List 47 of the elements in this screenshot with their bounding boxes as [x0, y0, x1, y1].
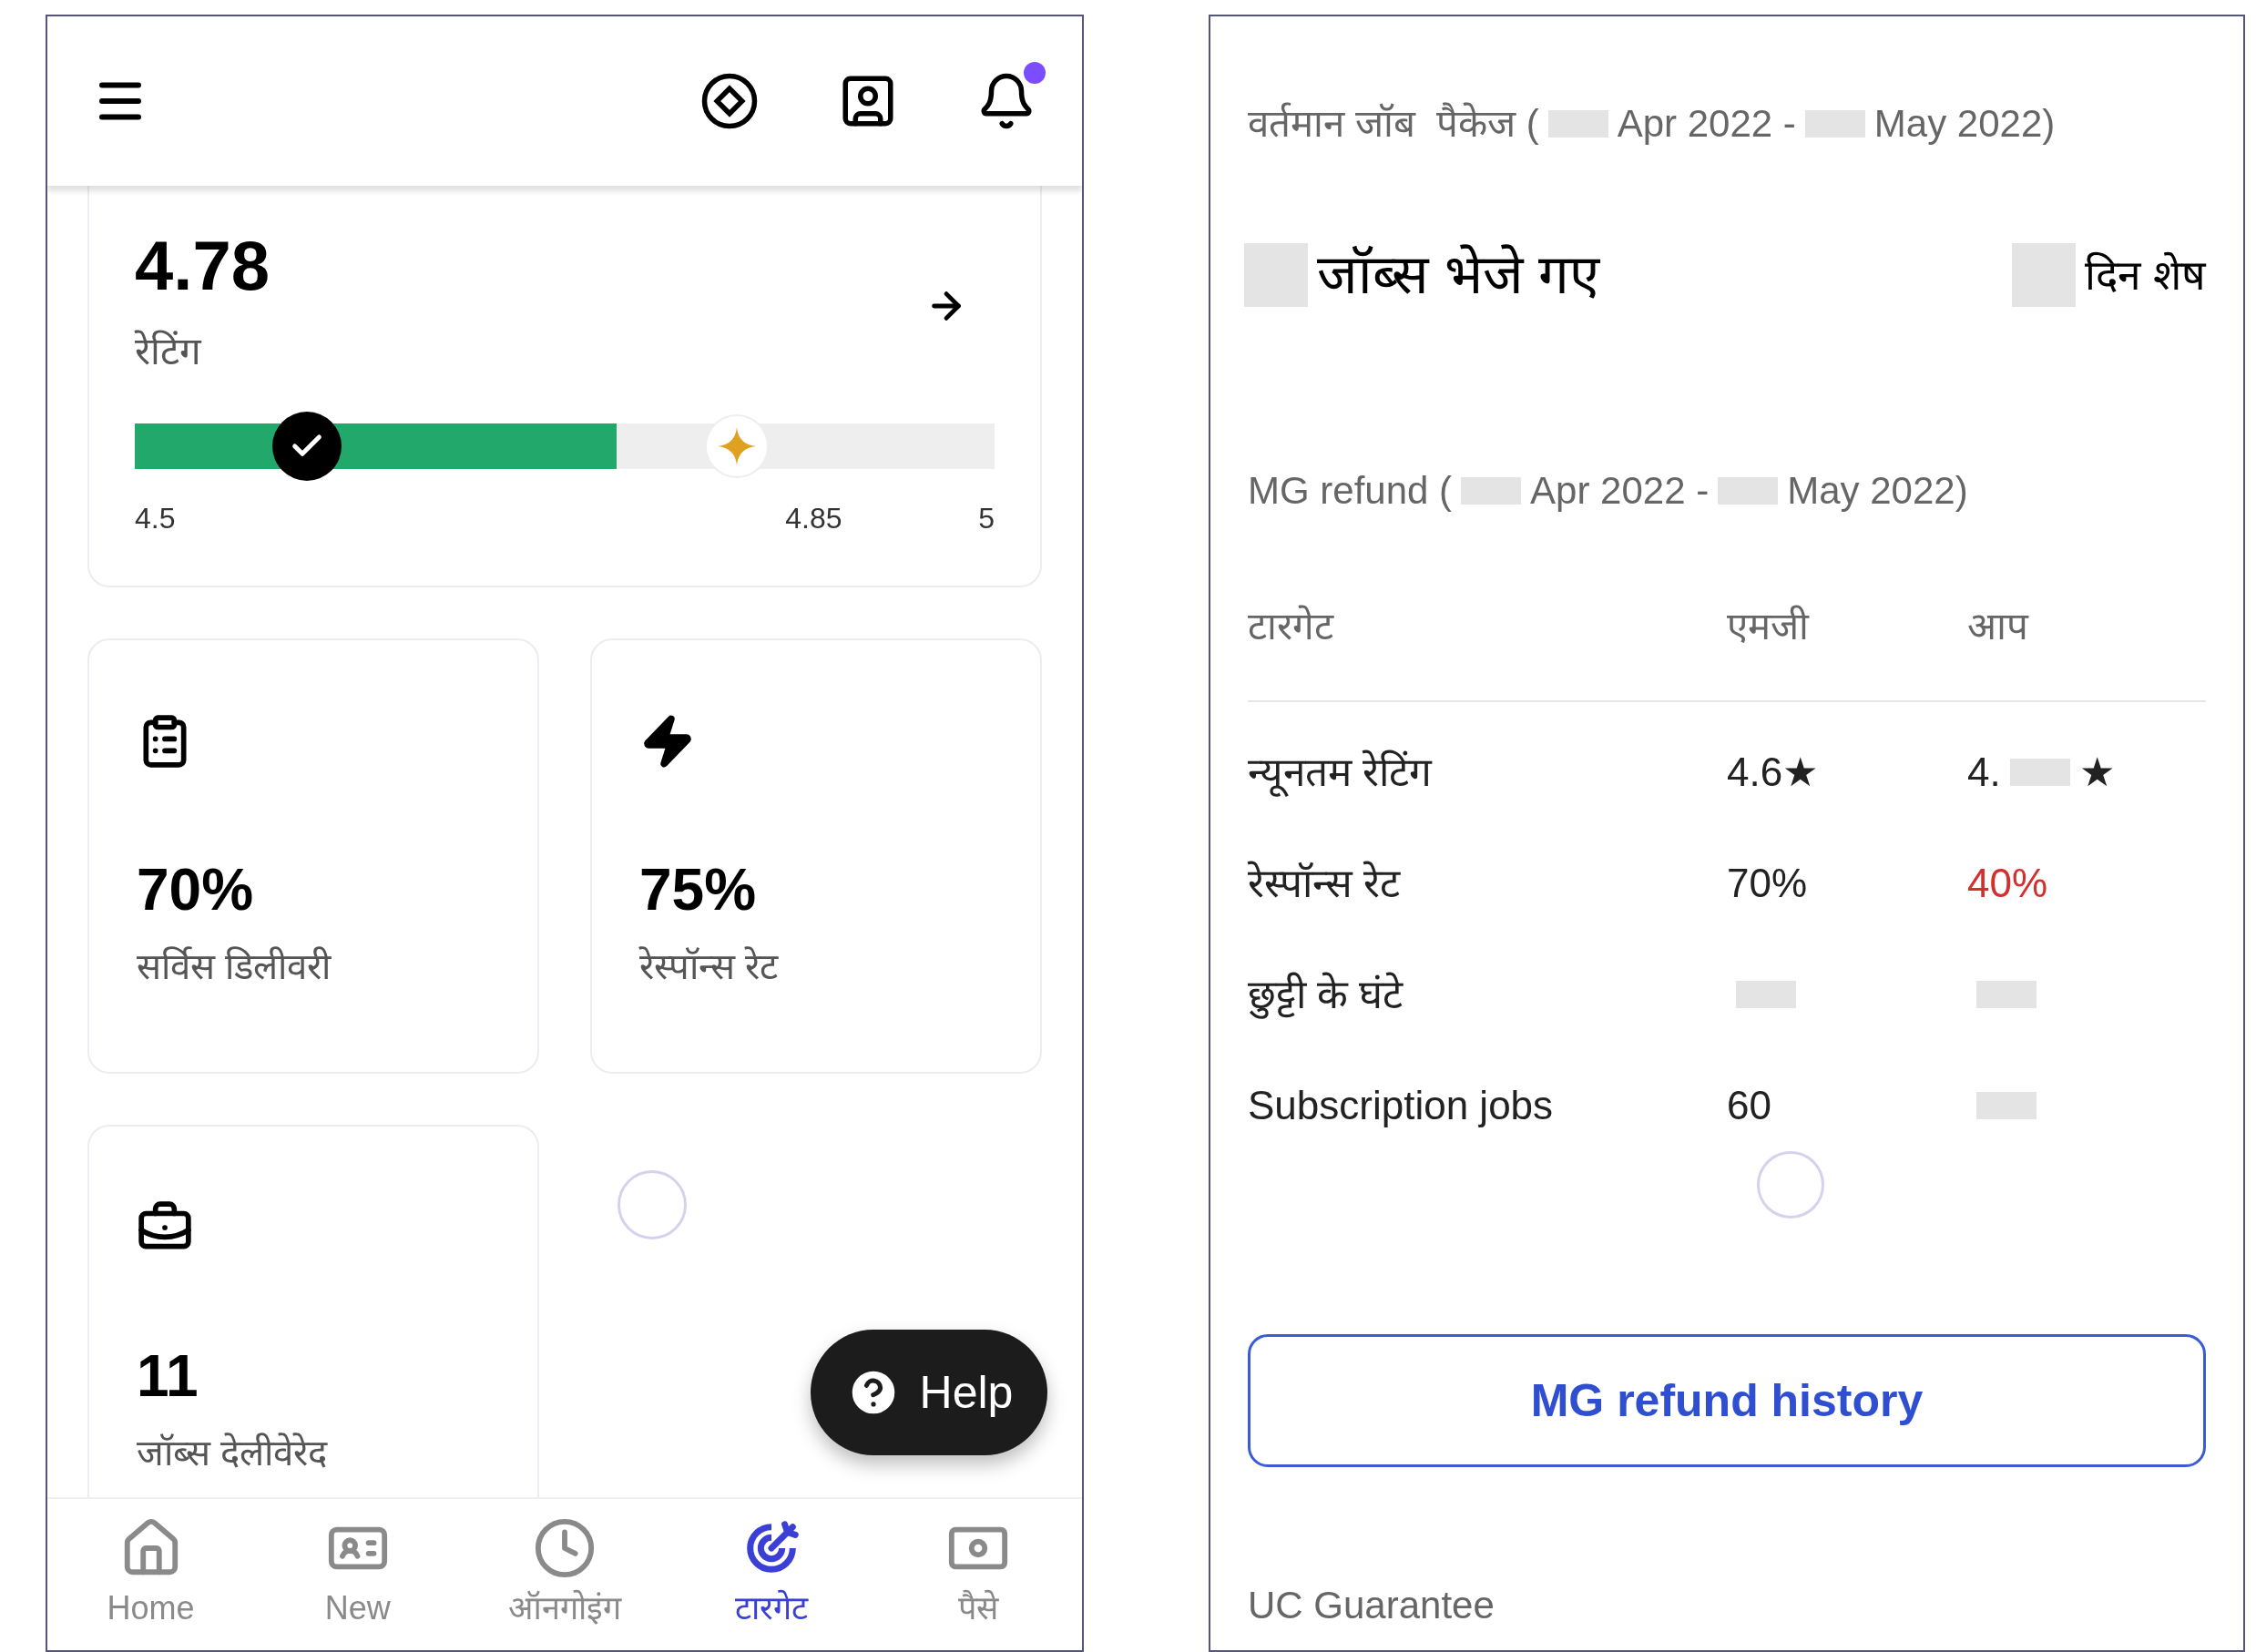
table-cell-text: 60 [1727, 1082, 1771, 1129]
stat-card[interactable]: 75% रेस्पॉन्स रेट [590, 638, 1042, 1074]
refund-history-button[interactable]: MG refund history [1248, 1334, 2206, 1467]
column-header: एमजी [1727, 604, 1811, 649]
redacted-block [1804, 109, 1865, 138]
rating-card[interactable]: 4.78 रेटिंग 4.5 4.85 5 [87, 186, 1042, 587]
table-cell: न्यूनतम रेटिंग [1248, 742, 1433, 802]
redacted-block [1244, 243, 1308, 307]
text: May 2022) [1787, 468, 1968, 514]
section-title: UC Guarantee [1248, 1583, 1495, 1628]
text: वर्तमान जॉब पैकेज ( [1248, 101, 1539, 147]
clock-icon [533, 1516, 597, 1580]
text: May 2022) [1873, 101, 2056, 147]
nav-tab[interactable]: टारगेट [668, 1499, 875, 1650]
redacted-block [1461, 476, 1522, 505]
stat-value: 70% [137, 861, 255, 919]
table-cell-text: Subscription jobs [1248, 1082, 1554, 1129]
redacted-block [1547, 109, 1608, 138]
diamond-circle-icon[interactable] [699, 71, 760, 131]
table-cell-text: 70% [1727, 860, 1808, 907]
text: दिन शेष [2085, 250, 2206, 301]
rating-value: 4.78 [135, 231, 270, 301]
text: Apr 2022 - [1530, 468, 1710, 514]
redacted-block [2012, 243, 2077, 307]
scale-label: 4.85 [785, 501, 842, 536]
stat-label: सर्विस डिलीवरी [137, 945, 332, 988]
text: जॉब्स भेजे गए [1317, 243, 1600, 307]
scale-label: 4.5 [135, 501, 176, 536]
rating-label: रेटिंग [135, 329, 203, 374]
column-header: टारगेट [1248, 604, 1335, 649]
stat-value: 75% [639, 861, 758, 919]
table-cell-text: ★ [2078, 749, 2115, 796]
table-cell: छुट्टी के घंटे [1248, 964, 1404, 1025]
stat-value: 11 [137, 1347, 199, 1405]
table-cell-text: रेस्पॉन्स रेट [1248, 860, 1401, 907]
table-cell-text: 40% [1967, 860, 2048, 907]
stat-card[interactable]: 70% सर्विस डिलीवरी [87, 638, 539, 1074]
column-header: आप [1967, 604, 2030, 649]
stat-label: रेस्पॉन्स रेट [639, 945, 780, 988]
help-button[interactable]: Help [811, 1330, 1047, 1455]
table-cell-text: 4.6★ [1727, 749, 1819, 796]
text: MG refund ( [1248, 468, 1453, 514]
redacted-block [1718, 476, 1779, 505]
table-cell-text: 4. [1967, 749, 2001, 796]
scale-label: 5 [978, 501, 995, 536]
stat-label: जॉब्स देलीवेरेद [137, 1432, 329, 1474]
text: Apr 2022 - [1617, 101, 1796, 147]
